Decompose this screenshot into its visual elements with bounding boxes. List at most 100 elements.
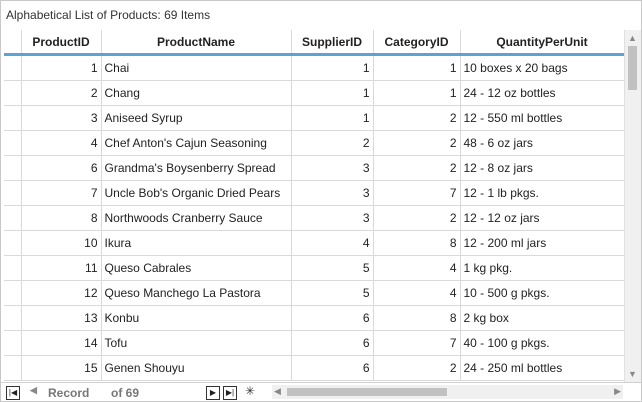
table-row[interactable]: 12 Queso Manchego La Pastora 5 4 10 - 500 g … (4, 280, 624, 306)
cell-productname[interactable]: Northwoods Cranberry Sauce (101, 205, 292, 231)
cell-productname[interactable]: Chef Anton's Cajun Seasoning (101, 130, 292, 156)
cell-productname[interactable]: Grandma's Boysenberry Spread (101, 155, 292, 181)
row-selector[interactable] (4, 180, 22, 206)
cell-quantityperunit[interactable]: 12 - 12 oz jars (460, 205, 624, 231)
row-selector[interactable] (4, 130, 22, 156)
row-selector[interactable] (4, 280, 22, 306)
cell-quantityperunit[interactable]: 12 - 8 oz jars (460, 155, 624, 181)
cell-productname[interactable]: Chang (101, 80, 292, 106)
cell-productname[interactable]: Queso Cabrales (101, 255, 292, 281)
cell-supplierid[interactable]: 1 (291, 54, 374, 81)
cell-supplierid[interactable]: 6 (291, 330, 374, 356)
cell-productid[interactable]: 6 (21, 155, 102, 181)
cell-supplierid[interactable]: 1 (291, 105, 374, 131)
cell-productname[interactable]: Chai (101, 54, 292, 81)
row-selector[interactable] (4, 305, 22, 331)
horizontal-scrollbar[interactable]: ◀ ▶ (272, 385, 623, 399)
table-row[interactable]: 4 Chef Anton's Cajun Seasoning 2 2 48 - 6 oz… (4, 130, 624, 156)
cell-categoryid[interactable]: 1 (373, 80, 461, 106)
cell-productid[interactable]: 8 (21, 205, 102, 231)
cell-supplierid[interactable]: 3 (291, 155, 374, 181)
cell-supplierid[interactable]: 3 (291, 180, 374, 206)
last-record-button[interactable]: ▶| (223, 386, 237, 400)
cell-quantityperunit[interactable]: 10 boxes x 20 bags (460, 54, 624, 81)
cell-categoryid[interactable]: 2 (373, 205, 461, 231)
cell-quantityperunit[interactable]: 24 - 12 oz bottles (460, 80, 624, 106)
cell-supplierid[interactable]: 6 (291, 305, 374, 331)
column-header-productid[interactable]: ProductID (21, 30, 102, 56)
table-row[interactable]: 1 Chai 1 1 10 boxes x 20 bags (4, 54, 624, 81)
cell-supplierid[interactable]: 1 (291, 80, 374, 106)
table-row[interactable]: 15 Genen Shouyu 6 2 24 - 250 ml bottles (4, 355, 624, 381)
cell-categoryid[interactable]: 8 (373, 230, 461, 256)
scroll-right-icon[interactable]: ▶ (614, 386, 621, 397)
column-header-supplierid[interactable]: SupplierID (291, 30, 374, 56)
cell-quantityperunit[interactable]: 48 - 6 oz jars (460, 130, 624, 156)
cell-productid[interactable]: 2 (21, 80, 102, 106)
cell-categoryid[interactable]: 7 (373, 180, 461, 206)
row-selector[interactable] (4, 330, 22, 356)
cell-categoryid[interactable]: 2 (373, 155, 461, 181)
row-selector[interactable] (4, 230, 22, 256)
cell-categoryid[interactable]: 2 (373, 105, 461, 131)
cell-productname[interactable]: Aniseed Syrup (101, 105, 292, 131)
cell-categoryid[interactable]: 7 (373, 330, 461, 356)
row-selector[interactable] (4, 80, 22, 106)
cell-quantityperunit[interactable]: 12 - 1 lb pkgs. (460, 180, 624, 206)
cell-productname[interactable]: Konbu (101, 305, 292, 331)
cell-productname[interactable]: Uncle Bob's Organic Dried Pears (101, 180, 292, 206)
row-selector[interactable] (4, 155, 22, 181)
column-header-quantityperunit[interactable]: QuantityPerUnit (460, 30, 624, 56)
cell-productid[interactable]: 11 (21, 255, 102, 281)
cell-categoryid[interactable]: 4 (373, 280, 461, 306)
table-row[interactable]: 13 Konbu 6 8 2 kg box (4, 305, 624, 331)
cell-productname[interactable]: Genen Shouyu (101, 355, 292, 381)
cell-productid[interactable]: 7 (21, 180, 102, 206)
cell-categoryid[interactable]: 2 (373, 355, 461, 381)
cell-quantityperunit[interactable]: 12 - 200 ml jars (460, 230, 624, 256)
cell-supplierid[interactable]: 5 (291, 280, 374, 306)
cell-supplierid[interactable]: 4 (291, 230, 374, 256)
row-selector[interactable] (4, 355, 22, 381)
cell-productid[interactable]: 1 (21, 54, 102, 81)
cell-productid[interactable]: 14 (21, 330, 102, 356)
table-row[interactable]: 14 Tofu 6 7 40 - 100 g pkgs. (4, 330, 624, 356)
new-record-icon[interactable]: ✳ (245, 384, 255, 398)
select-all-cell[interactable] (4, 30, 22, 56)
row-selector[interactable] (4, 54, 22, 81)
cell-categoryid[interactable]: 1 (373, 54, 461, 81)
table-row[interactable]: 2 Chang 1 1 24 - 12 oz bottles (4, 80, 624, 106)
vertical-scroll-thumb[interactable] (628, 46, 637, 90)
cell-quantityperunit[interactable]: 10 - 500 g pkgs. (460, 280, 624, 306)
first-record-button[interactable]: |◀ (6, 386, 20, 400)
cell-productid[interactable]: 13 (21, 305, 102, 331)
cell-supplierid[interactable]: 6 (291, 355, 374, 381)
cell-categoryid[interactable]: 2 (373, 130, 461, 156)
cell-supplierid[interactable]: 5 (291, 255, 374, 281)
previous-record-icon[interactable]: ◀ (30, 385, 37, 396)
cell-productname[interactable]: Ikura (101, 230, 292, 256)
cell-quantityperunit[interactable]: 12 - 550 ml bottles (460, 105, 624, 131)
cell-productname[interactable]: Tofu (101, 330, 292, 356)
cell-categoryid[interactable]: 8 (373, 305, 461, 331)
cell-productid[interactable]: 12 (21, 280, 102, 306)
cell-quantityperunit[interactable]: 24 - 250 ml bottles (460, 355, 624, 381)
row-selector[interactable] (4, 205, 22, 231)
cell-productid[interactable]: 15 (21, 355, 102, 381)
column-header-categoryid[interactable]: CategoryID (373, 30, 461, 56)
row-selector[interactable] (4, 105, 22, 131)
cell-quantityperunit[interactable]: 2 kg box (460, 305, 624, 331)
cell-productname[interactable]: Queso Manchego La Pastora (101, 280, 292, 306)
table-row[interactable]: 8 Northwoods Cranberry Sauce 3 2 12 - 12 oz … (4, 205, 624, 231)
horizontal-scroll-thumb[interactable] (287, 388, 447, 396)
column-header-productname[interactable]: ProductName (101, 30, 292, 56)
cell-productid[interactable]: 10 (21, 230, 102, 256)
table-row[interactable]: 3 Aniseed Syrup 1 2 12 - 550 ml bottles (4, 105, 624, 131)
scroll-down-icon[interactable]: ▼ (628, 369, 637, 379)
vertical-scrollbar[interactable]: ▲ ▼ (624, 30, 641, 382)
cell-supplierid[interactable]: 2 (291, 130, 374, 156)
cell-quantityperunit[interactable]: 1 kg pkg. (460, 255, 624, 281)
cell-productid[interactable]: 4 (21, 130, 102, 156)
table-row[interactable]: 7 Uncle Bob's Organic Dried Pears 3 7 12 - 1… (4, 180, 624, 206)
scroll-left-icon[interactable]: ◀ (274, 386, 281, 397)
